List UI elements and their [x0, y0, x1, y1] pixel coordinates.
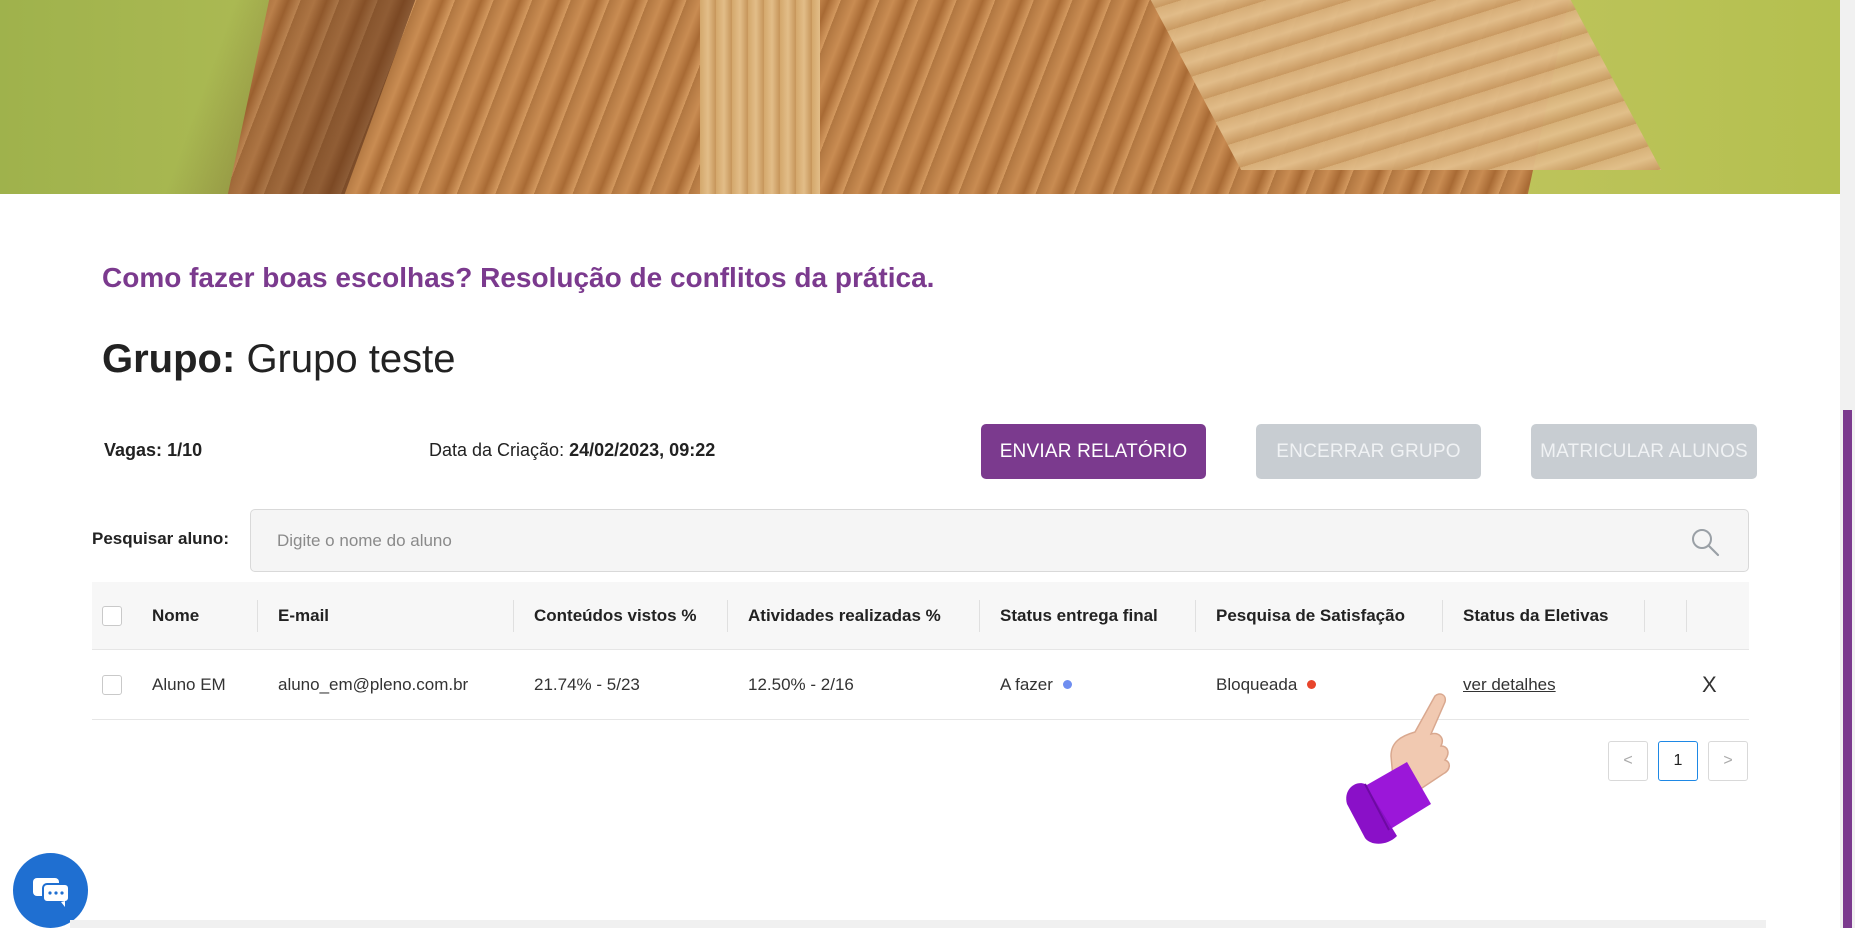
- close-group-button[interactable]: ENCERRAR GRUPO: [1256, 424, 1481, 479]
- pesquisa-dot-icon: [1307, 680, 1317, 689]
- student-conteudos: 21.74% - 5/23: [534, 674, 640, 694]
- creation-date-info: Data da Criação: 24/02/2023, 09:22: [429, 440, 715, 461]
- row-checkbox[interactable]: [102, 674, 122, 695]
- student-atividades: 12.50% - 2/16: [748, 674, 854, 694]
- pesquisa-text: Bloqueada: [1216, 674, 1298, 694]
- search-box: [250, 509, 1749, 572]
- hand-pointer-icon: [1346, 693, 1450, 844]
- header-status-entrega[interactable]: Status entrega final: [1000, 582, 1158, 649]
- student-name: Aluno EM: [152, 674, 226, 694]
- hero-banner-image: [0, 0, 1840, 194]
- pagination-prev-button[interactable]: <: [1608, 741, 1648, 781]
- group-name: Grupo teste: [246, 337, 456, 381]
- creation-date-label: Data da Criação:: [429, 440, 565, 460]
- student-email: aluno_em@pleno.com.br: [278, 674, 469, 694]
- header-pesquisa[interactable]: Pesquisa de Satisfação: [1216, 582, 1405, 649]
- table-row: Aluno EM aluno_em@pleno.com.br 21.74% - …: [92, 650, 1749, 720]
- course-title: Como fazer boas escolhas? Resolução de c…: [102, 262, 935, 293]
- scrollbar-thumb[interactable]: [1843, 410, 1852, 928]
- search-icon[interactable]: [1690, 527, 1720, 557]
- status-entrega-dot-icon: [1062, 680, 1072, 689]
- student-status-entrega: A fazer: [1000, 650, 1072, 719]
- table-header: Nome E-mail Conteúdos vistos % Atividade…: [92, 582, 1749, 650]
- send-report-button[interactable]: ENVIAR RELATÓRIO: [981, 424, 1206, 479]
- pagination-next-button[interactable]: >: [1708, 741, 1748, 781]
- row-select-cell: [102, 650, 122, 719]
- select-all-cell: [102, 582, 122, 649]
- vagas-label: Vagas:: [104, 440, 163, 460]
- group-label: Grupo:: [102, 337, 236, 381]
- search-input[interactable]: [277, 510, 1657, 571]
- remove-student-button[interactable]: X: [1702, 650, 1717, 719]
- vagas-info: Vagas: 1/10: [104, 440, 202, 461]
- enroll-students-button[interactable]: MATRICULAR ALUNOS: [1531, 424, 1757, 479]
- chat-icon: [32, 877, 70, 907]
- pagination-page-1[interactable]: 1: [1658, 741, 1698, 781]
- select-all-checkbox[interactable]: [102, 605, 122, 626]
- student-pesquisa: Bloqueada: [1216, 650, 1317, 719]
- students-table: Nome E-mail Conteúdos vistos % Atividade…: [92, 582, 1749, 720]
- group-title: Grupo: Grupo teste: [102, 337, 455, 382]
- header-nome[interactable]: Nome: [152, 582, 199, 649]
- search-label: Pesquisar aluno:: [92, 529, 229, 548]
- header-eletivas[interactable]: Status da Eletivas: [1463, 582, 1609, 649]
- footer-strip: [70, 920, 1766, 928]
- status-entrega-text: A fazer: [1000, 674, 1053, 694]
- header-conteudos[interactable]: Conteúdos vistos %: [534, 582, 696, 649]
- creation-date-value: 24/02/2023, 09:22: [569, 440, 716, 460]
- vagas-value: 1/10: [167, 440, 203, 460]
- header-atividades[interactable]: Atividades realizadas %: [748, 582, 941, 649]
- header-email[interactable]: E-mail: [278, 582, 329, 649]
- chat-button[interactable]: [13, 853, 88, 928]
